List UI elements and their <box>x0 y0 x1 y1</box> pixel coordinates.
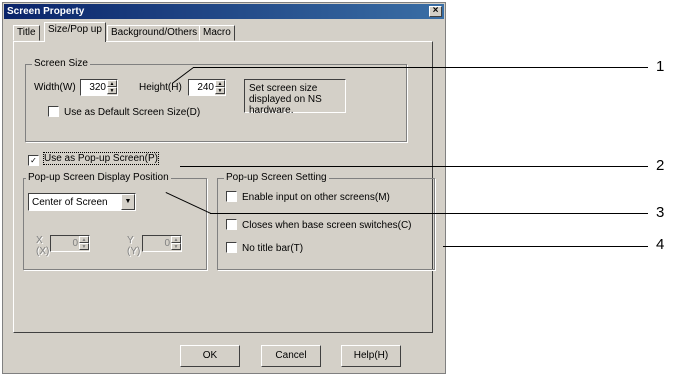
close-icon: × <box>432 5 439 16</box>
chevron-down-icon[interactable]: ▼ <box>121 194 135 210</box>
width-label: Width(W) <box>34 82 76 93</box>
enable-input-checkbox[interactable]: Enable input on other screens(M) <box>226 191 390 203</box>
spin-down-icon[interactable]: ▼ <box>171 243 181 250</box>
callout-line-4 <box>443 246 648 247</box>
screen-size-group: Screen Size Width(W) 320 ▲ ▼ Height(H) 24… <box>25 58 407 142</box>
height-value: 240 <box>197 82 214 93</box>
x-spinner-arrows[interactable]: ▲ ▼ <box>79 236 89 251</box>
checkbox-checked-icon[interactable]: ✓ <box>28 155 39 166</box>
checkbox-box[interactable] <box>226 242 237 253</box>
tab-panel-size-popup: Screen Size Width(W) 320 ▲ ▼ Height(H) 24… <box>13 41 435 333</box>
screen-property-dialog: Screen Property × Title Size/Pop up Back… <box>2 2 446 374</box>
spin-down-icon[interactable]: ▼ <box>107 87 117 94</box>
position-select[interactable]: Center of Screen ▼ <box>28 193 136 211</box>
spin-up-icon[interactable]: ▲ <box>215 80 225 87</box>
callout-number-3: 3 <box>656 204 665 221</box>
x-spinner[interactable]: 0 ▲ ▼ <box>50 235 90 252</box>
callout-line-1 <box>193 67 648 68</box>
spin-up-icon[interactable]: ▲ <box>171 236 181 243</box>
height-spinner[interactable]: 240 ▲ ▼ <box>188 79 226 96</box>
width-value: 320 <box>89 82 106 93</box>
dialog-title: Screen Property <box>7 6 85 17</box>
callout-line-2 <box>180 166 648 167</box>
tab-size-popup-label: Size/Pop up <box>48 24 102 35</box>
width-spinner-arrows[interactable]: ▲ ▼ <box>107 80 117 95</box>
tab-title[interactable]: Title <box>13 25 40 41</box>
enable-input-label: Enable input on other screens(M) <box>242 192 390 203</box>
tab-title-label: Title <box>17 27 36 38</box>
popup-setting-legend: Pop-up Screen Setting <box>224 172 329 183</box>
spin-down-icon[interactable]: ▼ <box>215 87 225 94</box>
callout-number-1: 1 <box>656 58 665 75</box>
close-button[interactable]: × <box>429 6 442 17</box>
callout-number-4: 4 <box>656 236 665 253</box>
spin-up-icon[interactable]: ▲ <box>79 236 89 243</box>
popup-setting-group: Pop-up Screen Setting Enable input on ot… <box>217 172 435 270</box>
popup-position-group: Pop-up Screen Display Position Center of… <box>23 172 207 270</box>
y-value: 0 <box>164 238 170 249</box>
checkbox-box[interactable] <box>226 191 237 202</box>
no-title-bar-label: No title bar(T) <box>242 243 304 254</box>
default-screen-size-checkbox[interactable]: Use as Default Screen Size(D) <box>48 106 200 118</box>
tab-background-others[interactable]: Background/Others <box>107 25 202 41</box>
closes-on-switch-checkbox[interactable]: Closes when base screen switches(C) <box>226 219 412 231</box>
screen-size-info-text: Set screen size displayed on NS hardware… <box>249 83 322 116</box>
cancel-button[interactable]: Cancel <box>261 345 321 367</box>
screen-size-legend: Screen Size <box>32 58 90 69</box>
screen-size-info: Set screen size displayed on NS hardware… <box>244 79 346 116</box>
checkbox-box[interactable] <box>48 106 59 117</box>
ok-button[interactable]: OK <box>180 345 240 367</box>
callout-number-2: 2 <box>656 157 665 174</box>
callout-line-3 <box>210 213 648 214</box>
no-title-bar-checkbox[interactable]: No title bar(T) <box>226 242 303 254</box>
width-spinner[interactable]: 320 ▲ ▼ <box>80 79 118 96</box>
position-select-value: Center of Screen <box>32 197 108 208</box>
y-label: Y (Y) <box>127 235 141 257</box>
x-value: 0 <box>72 238 78 249</box>
default-screen-size-label: Use as Default Screen Size(D) <box>64 107 201 118</box>
use-popup-checkbox[interactable]: ✓ Use as Pop-up Screen(P) <box>28 152 159 166</box>
tab-macro[interactable]: Macro <box>199 25 235 41</box>
spin-down-icon[interactable]: ▼ <box>79 243 89 250</box>
height-label: Height(H) <box>139 82 182 93</box>
x-label: X (X) <box>36 235 50 257</box>
tab-size-popup[interactable]: Size/Pop up <box>44 22 106 42</box>
y-spinner-arrows[interactable]: ▲ ▼ <box>171 236 181 251</box>
checkbox-box[interactable] <box>226 219 237 230</box>
tab-macro-label: Macro <box>203 27 231 38</box>
help-button[interactable]: Help(H) <box>341 345 401 367</box>
spin-up-icon[interactable]: ▲ <box>107 80 117 87</box>
tab-background-others-label: Background/Others <box>111 27 198 38</box>
use-popup-label: Use as Pop-up Screen(P) <box>43 152 159 165</box>
height-spinner-arrows[interactable]: ▲ ▼ <box>215 80 225 95</box>
closes-on-switch-label: Closes when base screen switches(C) <box>242 220 412 231</box>
y-spinner[interactable]: 0 ▲ ▼ <box>142 235 182 252</box>
title-bar: Screen Property × <box>4 4 444 19</box>
popup-position-legend: Pop-up Screen Display Position <box>26 172 171 183</box>
